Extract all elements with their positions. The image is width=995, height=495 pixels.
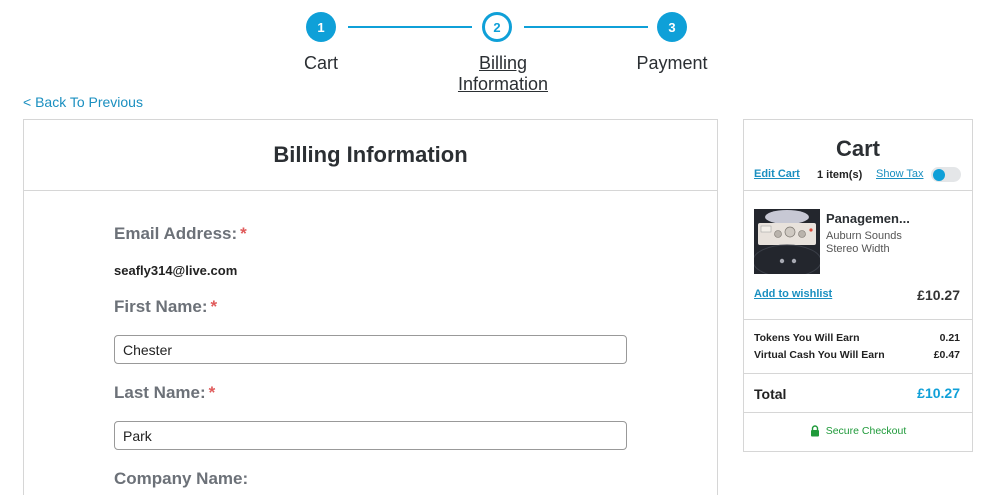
billing-header: Billing Information <box>24 120 717 191</box>
first-name-label: First Name: * <box>114 297 217 317</box>
step-2-label: Billing Information <box>433 53 573 95</box>
product-image-icon <box>754 209 820 274</box>
show-tax-toggle[interactable] <box>931 167 961 182</box>
required-asterisk: * <box>210 297 218 316</box>
lock-icon <box>810 425 819 437</box>
product-price: £10.27 <box>917 287 960 303</box>
step-1-label[interactable]: Cart <box>271 53 371 74</box>
step-2-label-line1: Billing <box>478 53 528 73</box>
cart-summary-panel: Cart Edit Cart 1 item(s) Show Tax Panage… <box>743 119 973 452</box>
secure-checkout-text: Secure Checkout <box>825 425 907 437</box>
virtual-cash-label: Virtual Cash You Will Earn <box>754 349 885 361</box>
required-asterisk: * <box>208 383 216 402</box>
virtual-cash-value: £0.47 <box>933 349 960 361</box>
step-3-label[interactable]: Payment <box>612 53 732 74</box>
billing-panel: Billing Information Email Address: * seaf… <box>23 119 718 495</box>
first-name-label-text: First Name: <box>114 297 208 316</box>
tokens-earn-value: 0.21 <box>939 332 960 344</box>
product-thumbnail[interactable] <box>754 209 820 274</box>
divider <box>744 412 972 413</box>
product-brand: Auburn Sounds <box>826 230 902 242</box>
total-label: Total <box>754 386 787 402</box>
secure-checkout: Secure Checkout <box>744 425 972 437</box>
edit-cart-link[interactable]: Edit Cart <box>754 168 800 180</box>
email-value: seafly314@live.com <box>114 263 238 278</box>
last-name-label: Last Name: * <box>114 383 215 403</box>
back-to-previous-link[interactable]: < Back To Previous <box>23 94 143 110</box>
email-label-text: Email Address: <box>114 224 238 243</box>
step-2-label-line2: Information <box>457 74 549 94</box>
first-name-input[interactable] <box>114 335 627 364</box>
last-name-input[interactable] <box>114 421 627 450</box>
cart-title: Cart <box>835 136 880 161</box>
step-connector-2 <box>524 26 648 28</box>
cart-item-count: 1 item(s) <box>817 169 863 181</box>
checkout-stepper: 1 2 3 Cart Billing Information Payment <box>0 0 995 100</box>
show-tax-link[interactable]: Show Tax <box>876 168 924 180</box>
divider <box>744 373 972 374</box>
step-connector-1 <box>348 26 472 28</box>
total-value: £10.27 <box>917 385 960 401</box>
product-category: Stereo Width <box>826 243 890 255</box>
step-3-indicator[interactable]: 3 <box>657 12 687 42</box>
divider <box>744 190 972 191</box>
required-asterisk: * <box>240 224 247 243</box>
billing-title: Billing Information <box>273 142 468 167</box>
divider <box>744 319 972 320</box>
tokens-earn-label: Tokens You Will Earn <box>754 332 860 344</box>
add-to-wishlist-link[interactable]: Add to wishlist <box>754 288 832 300</box>
product-name[interactable]: Panagemen... <box>826 211 926 226</box>
step-1-indicator[interactable]: 1 <box>306 12 336 42</box>
last-name-label-text: Last Name: <box>114 383 206 402</box>
step-2-indicator: 2 <box>482 12 512 42</box>
toggle-knob <box>933 168 945 181</box>
email-label: Email Address: * <box>114 224 247 244</box>
company-name-label: Company Name: <box>114 469 249 488</box>
